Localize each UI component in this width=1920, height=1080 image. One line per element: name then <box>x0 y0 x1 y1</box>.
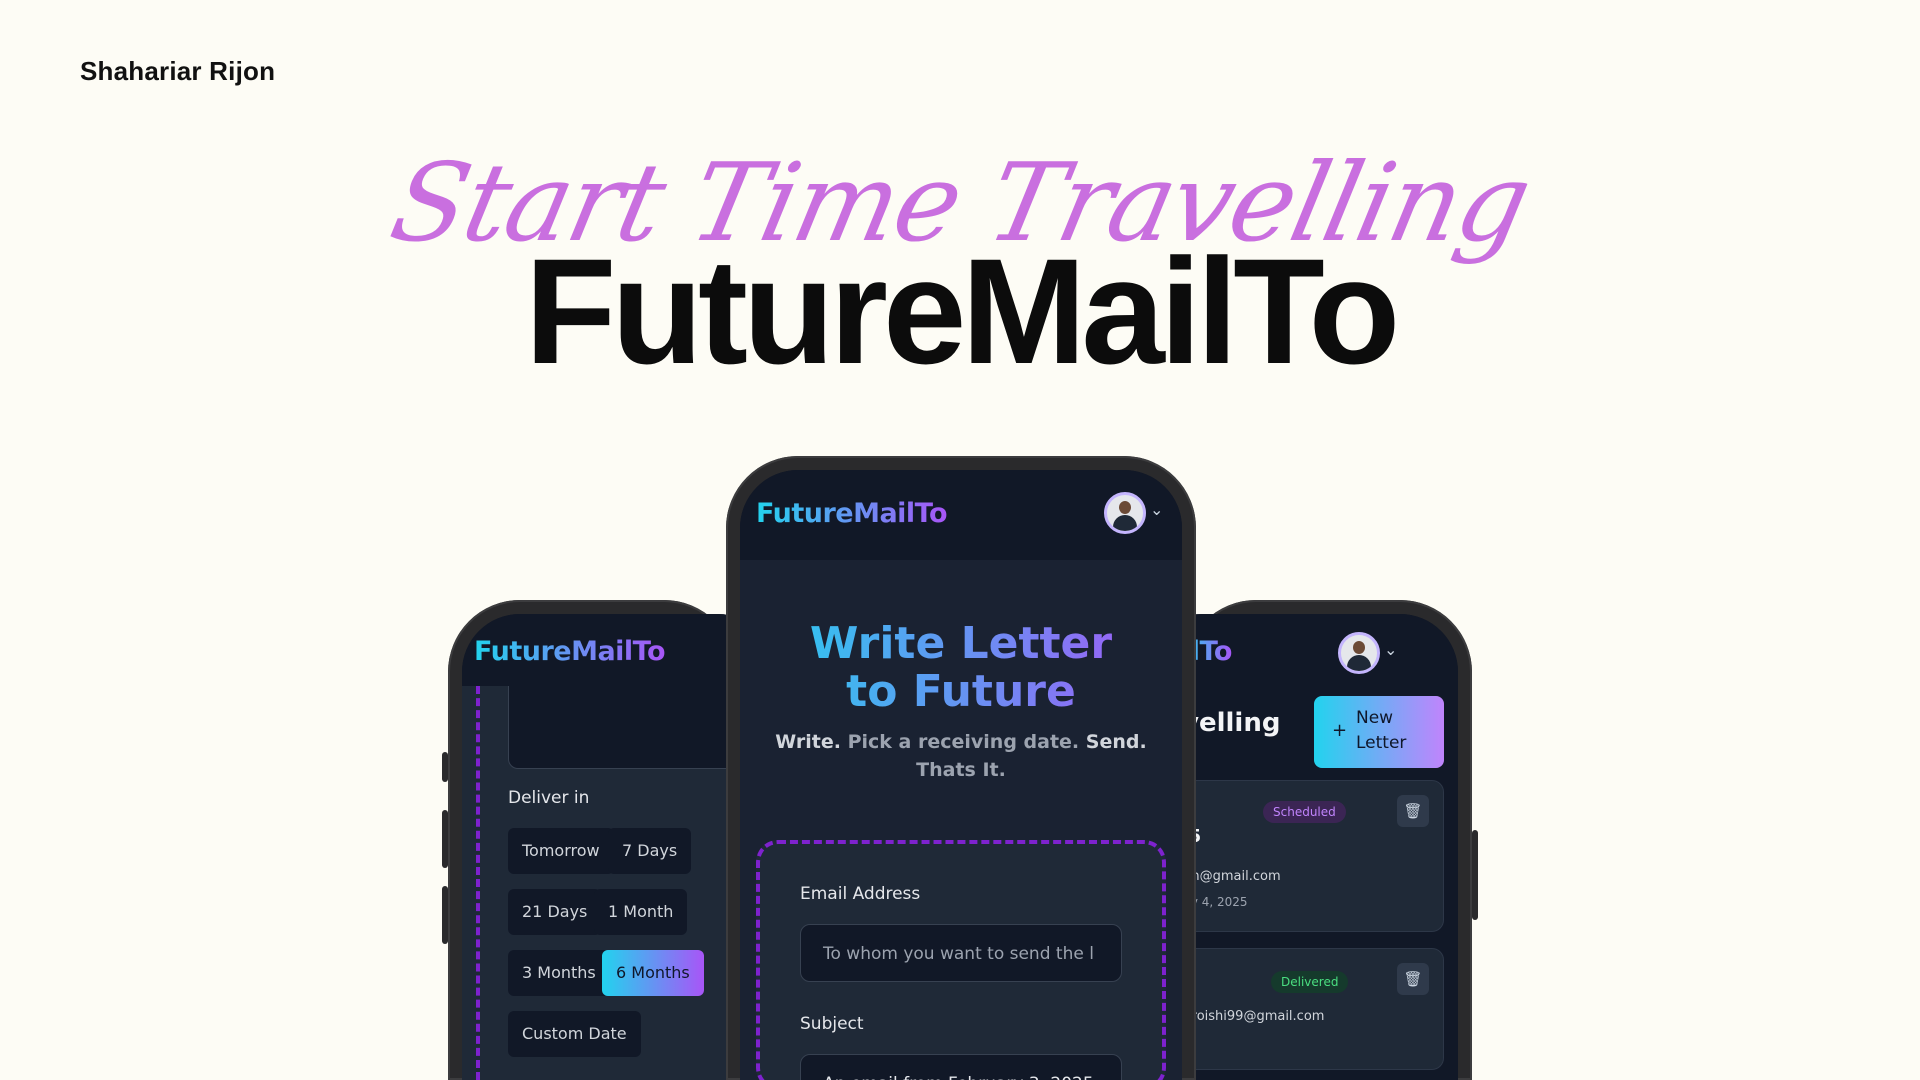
chevron-down-icon[interactable]: ⌄ <box>1150 500 1163 519</box>
option-1-month[interactable]: 1 Month <box>594 889 688 935</box>
option-6-months[interactable]: 6 Months <box>602 950 704 996</box>
plus-icon: + <box>1332 720 1348 741</box>
letter-card[interactable]: om2025 Scheduled 🗑 iar.rijon@gmail.com e… <box>1151 780 1444 932</box>
deliver-in-label: Deliver in <box>508 788 590 808</box>
compose-page: Write Letter to Future Write. Pick a rec… <box>740 560 1182 1080</box>
status-badge: Scheduled <box>1263 801 1346 823</box>
option-7-days[interactable]: 7 Days <box>608 828 692 874</box>
letter-card[interactable]: Delivered 🗑 nnaharoishi99@gmail.com <box>1151 948 1444 1070</box>
right-phone: ilTo ⌄ velling + New Letter om2025 Sched… <box>1144 600 1478 1080</box>
brand-logo[interactable]: FutureMailTo <box>474 636 666 667</box>
email-field[interactable]: To whom you want to send the l <box>800 924 1122 982</box>
trash-icon[interactable]: 🗑 <box>1397 795 1429 827</box>
new-letter-button[interactable]: + New Letter <box>1314 696 1444 768</box>
chevron-down-icon[interactable]: ⌄ <box>1384 640 1397 659</box>
page-heading: velling <box>1182 708 1281 738</box>
avatar[interactable] <box>1338 632 1380 674</box>
left-phone: FutureMailTo Deliver in Tomorrow 7 Days … <box>442 600 776 1080</box>
status-badge: Delivered <box>1271 971 1349 993</box>
center-phone-screen: FutureMailTo ⌄ Write Letter to Future Wr… <box>740 470 1182 1080</box>
subject-field[interactable]: An email from February 3, 2025 <box>800 1054 1122 1080</box>
email-label: Email Address <box>800 884 921 904</box>
subject-label: Subject <box>800 1014 864 1034</box>
option-custom-date[interactable]: Custom Date <box>508 1011 641 1057</box>
page-subtitle: Write. Pick a receiving date. Send. That… <box>775 731 1147 781</box>
hero-script-text: Start Time Travelling <box>380 141 1540 266</box>
new-letter-label: New Letter <box>1356 708 1407 753</box>
compose-form: Email Address To whom you want to send t… <box>756 840 1166 1080</box>
author-name: Shahariar Rijon <box>80 56 276 86</box>
option-21-days[interactable]: 21 Days <box>508 889 602 935</box>
center-phone: FutureMailTo ⌄ Write Letter to Future Wr… <box>726 456 1196 1080</box>
dashed-border <box>476 686 480 1080</box>
trash-icon[interactable]: 🗑 <box>1397 963 1429 995</box>
option-tomorrow[interactable]: Tomorrow <box>508 828 614 874</box>
app-header: FutureMailTo ⌄ <box>740 470 1182 560</box>
page-title: Write Letter to Future <box>740 620 1182 716</box>
option-3-months[interactable]: 3 Months <box>508 950 610 996</box>
brand-logo[interactable]: FutureMailTo <box>756 498 948 529</box>
avatar[interactable] <box>1104 492 1146 534</box>
